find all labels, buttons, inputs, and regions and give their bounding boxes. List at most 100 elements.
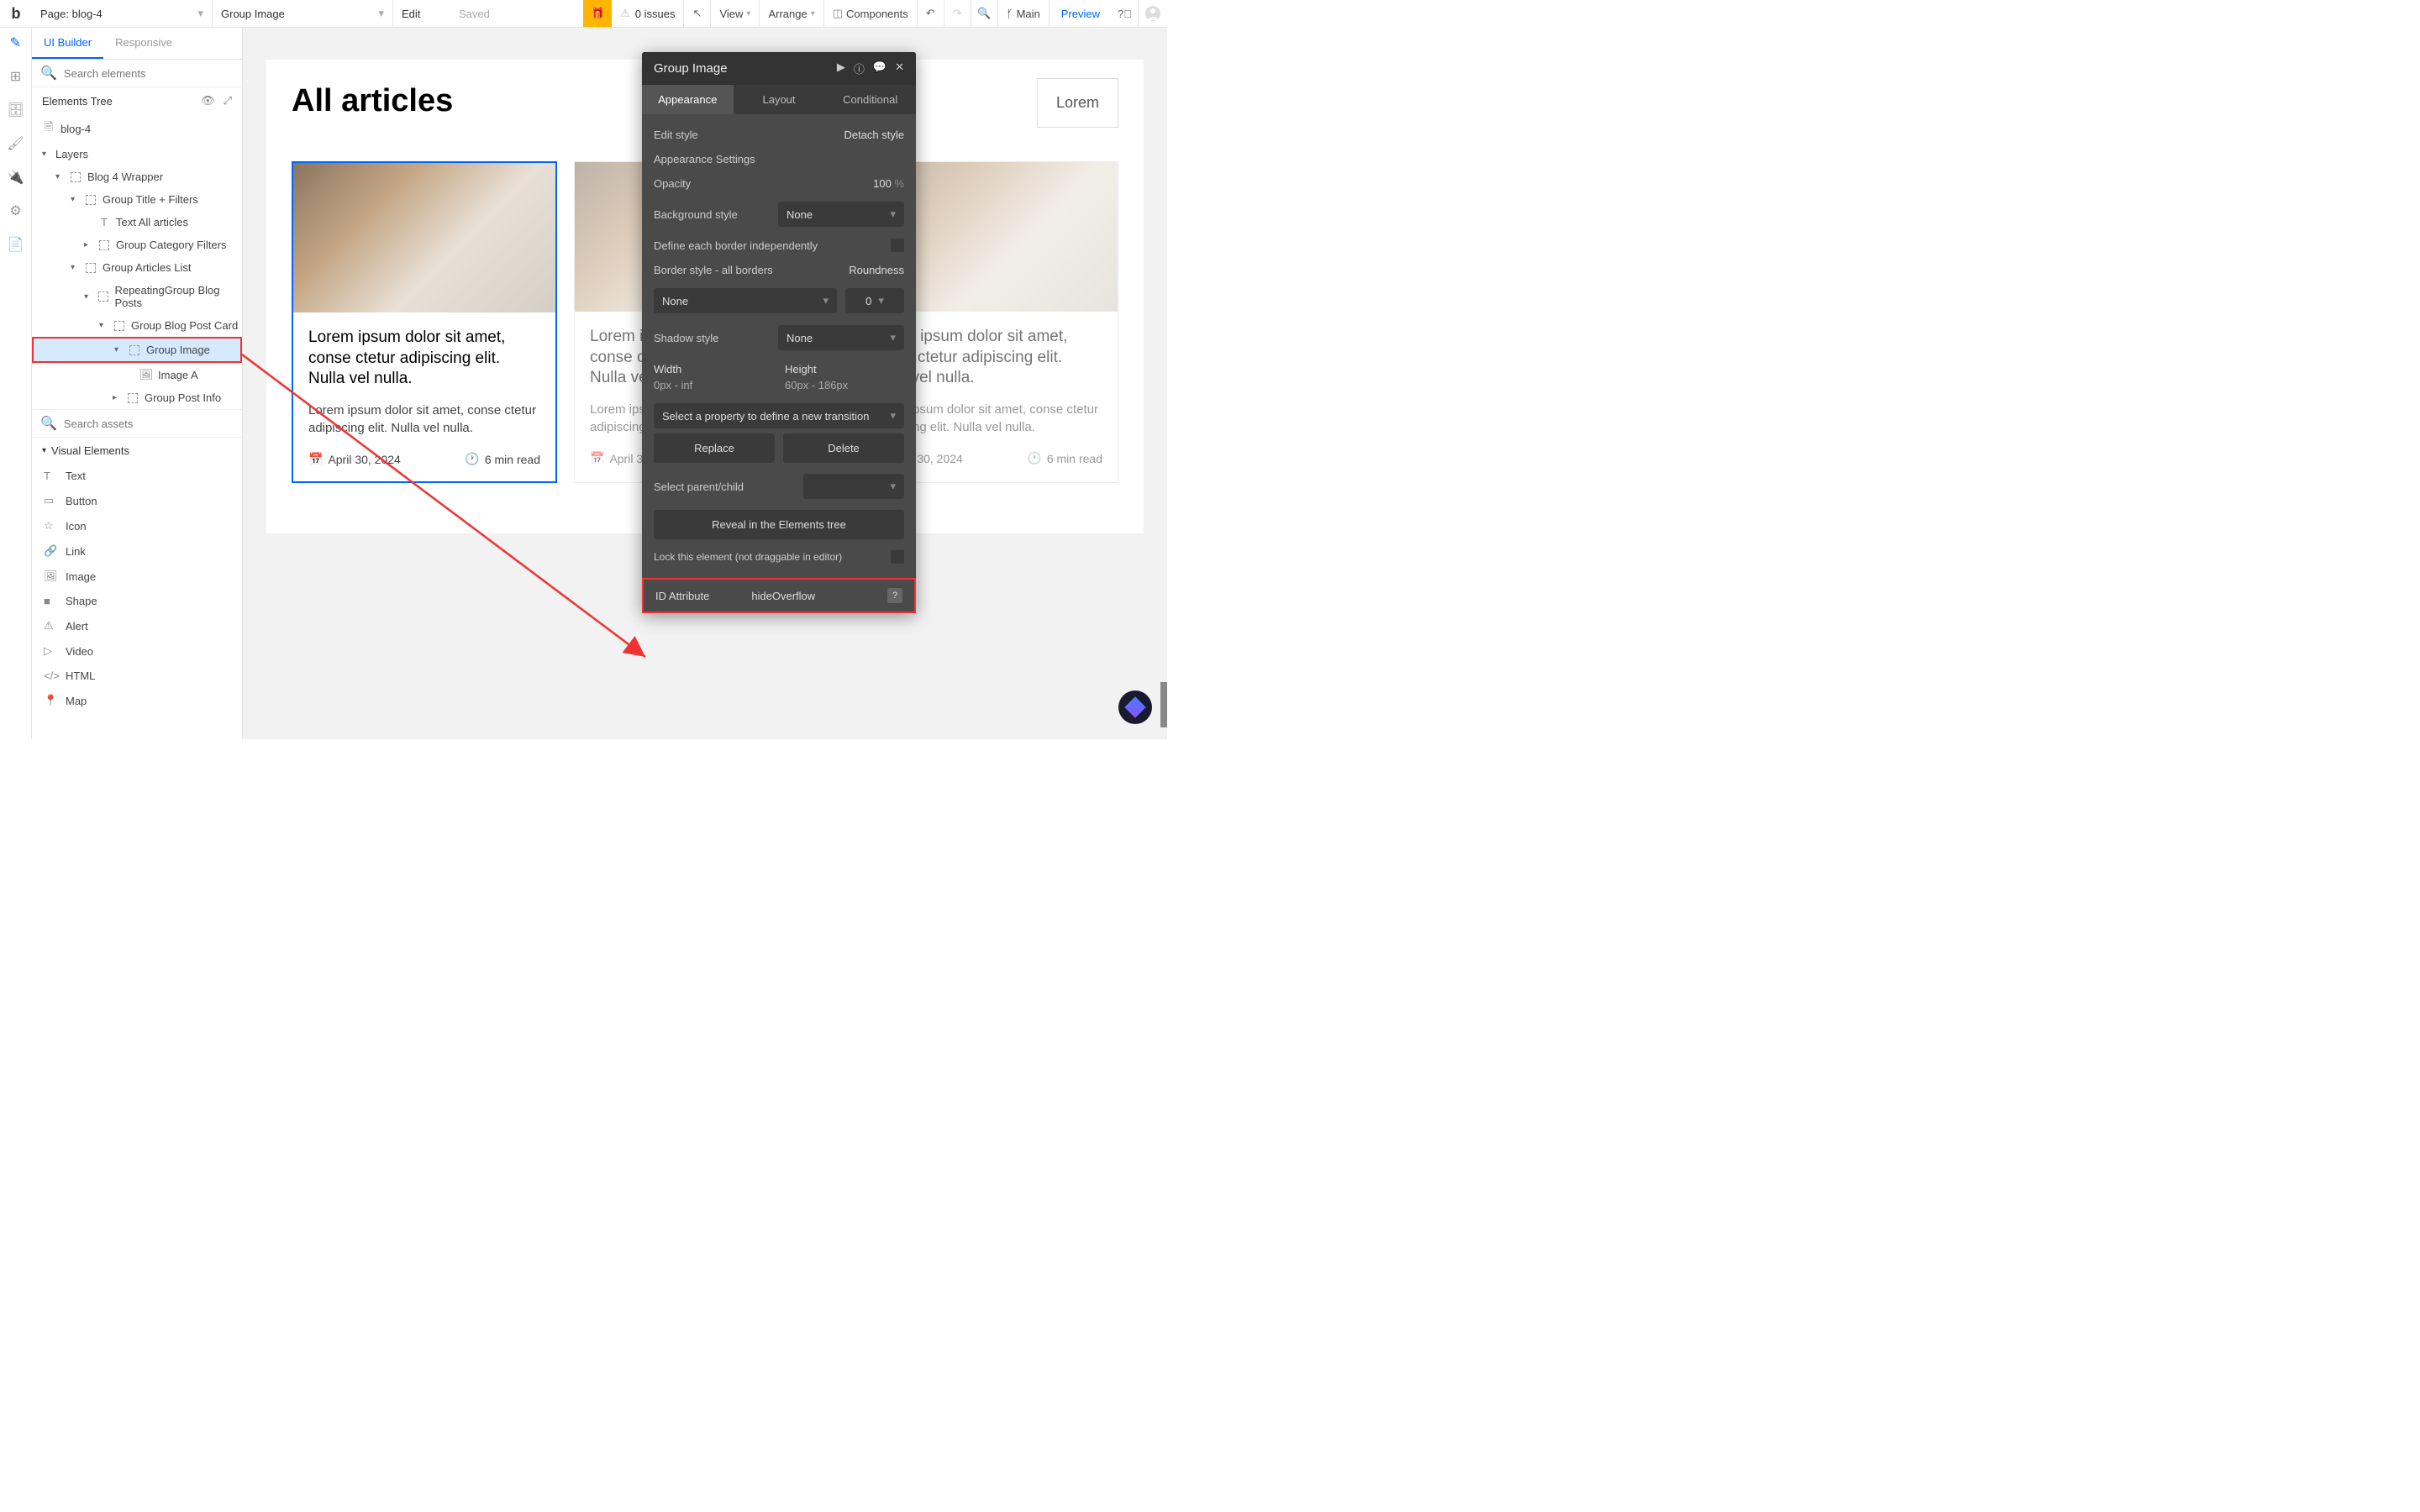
- pointer-icon[interactable]: ↖: [684, 0, 711, 27]
- ve-icon[interactable]: ☆Icon: [32, 513, 242, 538]
- ve-button[interactable]: ▭Button: [32, 488, 242, 513]
- ve-shape[interactable]: ■Shape: [32, 589, 242, 613]
- caret-down-icon: ▾: [71, 263, 79, 272]
- tree-layers[interactable]: ▾ Layers: [32, 143, 242, 165]
- styles-tab-icon[interactable]: 🖌: [7, 135, 24, 152]
- data-tab-icon[interactable]: 🗄: [7, 102, 24, 118]
- panel-tabs: Appearance Layout Conditional: [642, 85, 916, 114]
- tree-blog-card[interactable]: ▾ Group Blog Post Card: [32, 314, 242, 337]
- width-value: 0px - inf: [654, 379, 773, 391]
- border-indep-checkbox[interactable]: [891, 239, 904, 252]
- detach-style-link[interactable]: Detach style: [844, 129, 904, 141]
- panel-header[interactable]: Group Image ▶ ⓘ 💬 ✕: [642, 52, 916, 85]
- workflow-tab-icon[interactable]: ⊞: [10, 68, 21, 85]
- gift-icon[interactable]: 🎁: [583, 0, 612, 27]
- ve-map[interactable]: 📍Map: [32, 688, 242, 713]
- logo[interactable]: b: [0, 0, 32, 27]
- reveal-button[interactable]: Reveal in the Elements tree: [654, 510, 904, 539]
- search-elements-input[interactable]: [64, 67, 234, 80]
- tree-articles-list[interactable]: ▾ Group Articles List: [32, 256, 242, 279]
- shadow-label: Shadow style: [654, 332, 718, 344]
- chevron-down-icon: ▾: [890, 207, 896, 221]
- tab-ui-builder[interactable]: UI Builder: [32, 28, 103, 59]
- transition-select[interactable]: Select a property to define a new transi…: [654, 403, 904, 428]
- help-icon[interactable]: ?⃝: [1112, 0, 1139, 27]
- tab-responsive[interactable]: Responsive: [103, 28, 184, 59]
- play-icon[interactable]: ▶: [837, 60, 845, 76]
- arrange-dropdown[interactable]: Arrange▾: [760, 0, 823, 27]
- tree-group-image[interactable]: ▾ Group Image: [32, 337, 242, 363]
- roundness-input[interactable]: 0▾: [845, 288, 904, 313]
- card-date: April 30, 2024: [328, 453, 400, 466]
- tree-title-filters[interactable]: ▾ Group Title + Filters: [32, 188, 242, 211]
- branch-dropdown[interactable]: ᚶ Main: [998, 0, 1050, 27]
- comment-icon[interactable]: 💬: [873, 60, 886, 76]
- ve-link[interactable]: 🔗Link: [32, 538, 242, 564]
- eye-icon[interactable]: 👁: [201, 94, 215, 108]
- view-dropdown[interactable]: View▾: [711, 0, 760, 27]
- tree-cat-filters[interactable]: ▸ Group Category Filters: [32, 234, 242, 256]
- opacity-value[interactable]: 100: [873, 177, 892, 190]
- shadow-select[interactable]: None▾: [778, 325, 904, 350]
- tree-wrapper[interactable]: ▾ Blog 4 Wrapper: [32, 165, 242, 188]
- height-label: Height: [785, 363, 904, 375]
- roundness-label: Roundness: [849, 264, 904, 276]
- page-value: blog-4: [72, 8, 103, 20]
- lorem-badge[interactable]: Lorem: [1037, 78, 1118, 128]
- tree-page[interactable]: 🗎 blog-4: [32, 114, 242, 143]
- page-dropdown[interactable]: Page: blog-4 ▾: [32, 0, 213, 27]
- preview-button[interactable]: Preview: [1050, 0, 1112, 27]
- issues-button[interactable]: ⚠ 0 issues: [612, 0, 684, 27]
- element-dropdown[interactable]: Group Image ▾: [213, 0, 393, 27]
- close-icon[interactable]: ✕: [895, 60, 904, 76]
- help-fab[interactable]: [1118, 690, 1152, 724]
- ve-image[interactable]: 🖼Image: [32, 564, 242, 589]
- elements-tree-header: Elements Tree 👁 ⤢: [32, 87, 242, 114]
- tree-text-all[interactable]: T Text All articles: [32, 211, 242, 234]
- ve-alert[interactable]: ⚠Alert: [32, 613, 242, 638]
- lock-checkbox[interactable]: [891, 550, 904, 564]
- save-status: Saved: [452, 0, 497, 27]
- settings-tab-icon[interactable]: ⚙: [9, 202, 21, 219]
- delete-button[interactable]: Delete: [783, 433, 904, 463]
- blog-card[interactable]: Lorem ipsum dolor sit amet, conse ctetur…: [292, 161, 557, 483]
- search-elements[interactable]: 🔍: [32, 60, 242, 87]
- plugins-tab-icon[interactable]: 🔌: [8, 169, 24, 186]
- group-icon: [86, 195, 96, 205]
- replace-button[interactable]: Replace: [654, 433, 775, 463]
- left-rail: ✎ ⊞ 🗄 🖌 🔌 ⚙ 📄: [0, 28, 32, 739]
- rg-icon: [98, 291, 108, 302]
- design-tab-icon[interactable]: ✎: [10, 34, 21, 51]
- tree-rg-blog[interactable]: ▾ RepeatingGroup Blog Posts: [32, 279, 242, 314]
- search-assets-input[interactable]: [64, 417, 234, 430]
- undo-icon[interactable]: ↶: [918, 0, 944, 27]
- tab-conditional[interactable]: Conditional: [824, 85, 916, 114]
- ve-video[interactable]: ▷Video: [32, 638, 242, 664]
- bg-select[interactable]: None▾: [778, 202, 904, 227]
- ve-text[interactable]: TText: [32, 464, 242, 488]
- redo-icon[interactable]: ↷: [944, 0, 971, 27]
- ve-html[interactable]: </>HTML: [32, 664, 242, 688]
- logs-tab-icon[interactable]: 📄: [8, 236, 24, 253]
- parent-child-select[interactable]: ▾: [803, 474, 904, 499]
- tree-post-info[interactable]: ▸ Group Post Info: [32, 386, 242, 409]
- edit-style-link[interactable]: Edit style: [654, 129, 698, 141]
- search-assets[interactable]: 🔍: [32, 409, 242, 438]
- user-avatar[interactable]: [1139, 0, 1167, 27]
- expand-icon[interactable]: ⤢: [224, 94, 232, 108]
- card-readtime: 6 min read: [1047, 452, 1102, 465]
- tab-layout[interactable]: Layout: [734, 85, 825, 114]
- edit-mode[interactable]: Edit: [393, 0, 452, 27]
- see-reference-tooltip[interactable]: See reference →: [1160, 682, 1167, 727]
- search-icon[interactable]: 🔍: [971, 0, 998, 27]
- border-select[interactable]: None▾: [654, 288, 837, 313]
- visual-elements-header[interactable]: ▾ Visual Elements: [32, 438, 242, 464]
- tree-image-a[interactable]: 🖼 Image A: [32, 363, 242, 386]
- id-value[interactable]: hideOverflow: [751, 590, 815, 602]
- info-icon[interactable]: ⓘ: [854, 60, 865, 76]
- tab-appearance[interactable]: Appearance: [642, 85, 734, 114]
- map-icon: 📍: [44, 694, 57, 707]
- group-icon: [86, 263, 96, 273]
- components-button[interactable]: ◫ Components: [824, 0, 918, 27]
- help-icon[interactable]: ?: [887, 588, 902, 603]
